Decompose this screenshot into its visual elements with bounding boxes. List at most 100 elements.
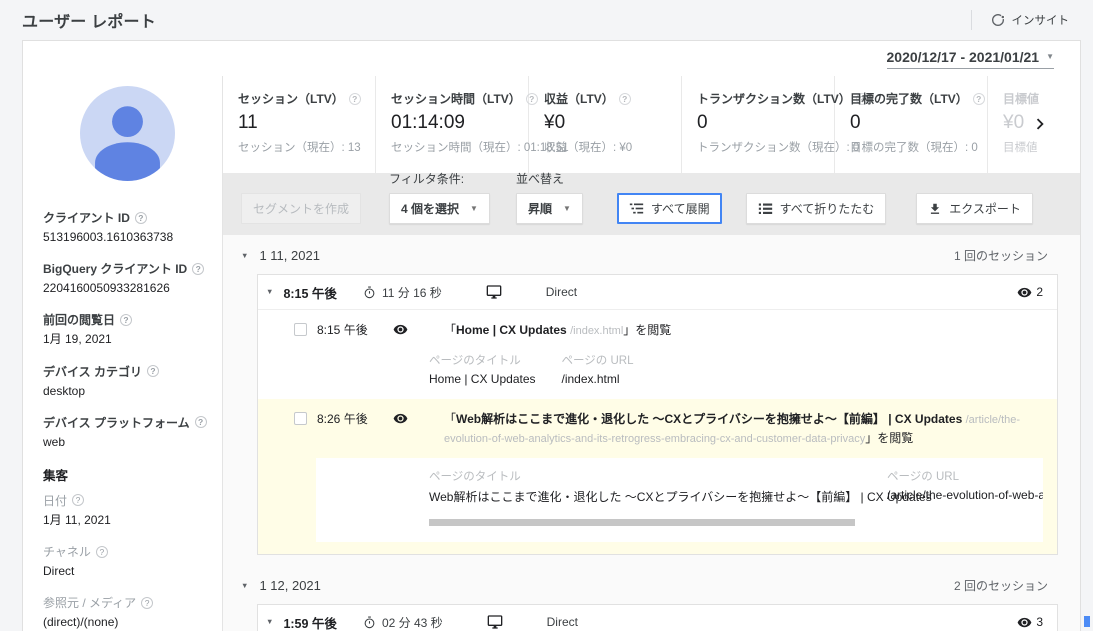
- expand-all-icon: [629, 201, 644, 216]
- download-icon: [928, 202, 942, 216]
- group-session-count: 2 回のセッション: [954, 577, 1048, 594]
- field-date: 日付? 1月 11, 2021: [43, 492, 212, 528]
- help-icon[interactable]: ?: [619, 93, 631, 105]
- metric-title: 収益（LTV）: [544, 90, 614, 107]
- metrics-row: セッション（LTV）? 11 セッション（現在）: 13 セッション時間（LTV…: [223, 76, 1080, 173]
- desktop-icon: [487, 614, 503, 630]
- session-duration: 11 分 16 秒: [382, 284, 442, 301]
- page-url-label: ページの URL: [887, 468, 1043, 484]
- hit-checkbox[interactable]: [294, 412, 307, 425]
- metric-title: セッション（LTV）: [238, 90, 344, 107]
- field-value: 513196003.1610363738: [43, 229, 212, 245]
- session-header: ▼ 1:59 午後 02 分 43 秒 Direct: [258, 605, 1057, 631]
- insights-button[interactable]: インサイト: [990, 12, 1070, 28]
- collapse-all-button[interactable]: すべて折りたたむ: [746, 193, 887, 224]
- metric-value: 01:14:09: [391, 112, 528, 134]
- metric-revenue-ltv: 収益（LTV）? ¥0 収益（現在）: ¥0: [529, 76, 682, 173]
- collapse-triangle-icon[interactable]: ▼: [266, 288, 273, 296]
- metric-sub: 収益（現在）: ¥0: [544, 139, 681, 155]
- help-icon[interactable]: ?: [120, 314, 132, 326]
- person-icon: [80, 86, 175, 181]
- session-box: ▼ 1:59 午後 02 分 43 秒 Direct: [257, 604, 1058, 631]
- expand-all-button[interactable]: すべて展開: [617, 193, 722, 224]
- metric-goal-completions-ltv: 目標の完了数（LTV）? 0 目標の完了数（現在）: 0: [835, 76, 988, 173]
- hit-row-highlighted: 8:26 午後 「Web解析はここまで進化・退化した ～CXとプライバシーを抱擁…: [258, 399, 1057, 554]
- metric-value: 11: [238, 112, 375, 134]
- metric-title: トランザクション数（LTV）: [697, 90, 851, 107]
- metric-transactions-ltv: トランザクション数（LTV）? 0 トランザクション数（現在）: 0: [682, 76, 835, 173]
- insights-icon: [990, 12, 1006, 28]
- help-icon[interactable]: ?: [195, 416, 207, 428]
- field-value: Direct: [43, 563, 212, 579]
- session-channel: Direct: [547, 615, 578, 629]
- field-label: デバイス プラットフォーム: [43, 414, 190, 431]
- export-label: エクスポート: [949, 200, 1021, 217]
- hit-action: 「Home | CX Updates /index.html」を閲覧: [444, 321, 685, 340]
- metric-sub: 目標値: [1003, 139, 1080, 155]
- help-icon[interactable]: ?: [147, 365, 159, 377]
- sort-select[interactable]: 昇順 ▼: [516, 193, 583, 224]
- field-label: チャネル: [43, 543, 91, 560]
- group-date: 1 11, 2021: [259, 248, 319, 263]
- session-duration: 02 分 43 秒: [382, 614, 443, 631]
- help-icon[interactable]: ?: [135, 212, 147, 224]
- help-icon[interactable]: ?: [973, 93, 985, 105]
- field-client-id: クライアント ID? 513196003.1610363738: [43, 209, 212, 245]
- hit-row: 8:15 午後 「Home | CX Updates /index.html」を…: [258, 310, 1057, 399]
- session-channel: Direct: [546, 285, 577, 299]
- help-icon[interactable]: ?: [349, 93, 361, 105]
- date-range-selector[interactable]: 2020/12/17 - 2021/01/21 ▼: [887, 49, 1055, 69]
- topbar: ユーザー レポート インサイト: [0, 0, 1093, 40]
- metric-sub: トランザクション数（現在）: 0: [697, 139, 834, 155]
- field-source-medium: 参照元 / メディア? (direct)/(none): [43, 594, 212, 630]
- collapse-triangle-icon[interactable]: ▼: [266, 618, 273, 626]
- field-label: 参照元 / メディア: [43, 594, 136, 611]
- metric-sub: セッション時間（現在）: 01:18:51: [391, 139, 528, 155]
- sort-group: 並べ替え 昇順 ▼: [516, 170, 583, 224]
- field-channel: チャネル? Direct: [43, 543, 212, 579]
- filter-value: 4 個を選択: [401, 200, 459, 217]
- collapse-triangle-icon[interactable]: ▼: [241, 252, 248, 260]
- user-report-page: ユーザー レポート インサイト 2020/12/17 - 2021/01/21 …: [0, 0, 1093, 631]
- help-icon[interactable]: ?: [72, 494, 84, 506]
- help-icon[interactable]: ?: [96, 546, 108, 558]
- horizontal-scrollbar[interactable]: [429, 519, 855, 526]
- field-value: desktop: [43, 383, 212, 399]
- metric-sub: セッション（現在）: 13: [238, 139, 375, 155]
- stopwatch-icon: [363, 286, 376, 299]
- metric-title: 目標値: [1003, 90, 1039, 107]
- session-time: 8:15 午後: [283, 283, 337, 302]
- metrics-next-button[interactable]: [1028, 112, 1052, 136]
- expand-all-label: すべて展開: [651, 200, 710, 217]
- user-sidebar: クライアント ID? 513196003.1610363738 BigQuery…: [23, 76, 223, 631]
- help-icon[interactable]: ?: [141, 597, 153, 609]
- page-title-label: ページのタイトル: [429, 468, 861, 484]
- metric-value: ¥0: [544, 112, 681, 134]
- collapse-triangle-icon[interactable]: ▼: [241, 582, 248, 590]
- session-time: 1:59 午後: [283, 613, 337, 631]
- page-url-value: /article/the-evolution-of-web-analytics-…: [887, 488, 1043, 502]
- report-main: セッション（LTV）? 11 セッション（現在）: 13 セッション時間（LTV…: [223, 76, 1080, 631]
- create-segment-button[interactable]: セグメントを作成: [241, 193, 361, 224]
- metric-sessions-ltv: セッション（LTV）? 11 セッション（現在）: 13: [223, 76, 376, 173]
- date-row: 2020/12/17 - 2021/01/21 ▼: [23, 41, 1080, 76]
- sessions-content: ▼ 1 11, 2021 1 回のセッション ▼ 8:15 午後 11 分 16…: [223, 235, 1080, 631]
- sort-value: 昇順: [528, 200, 552, 217]
- scroll-indicator[interactable]: [1084, 616, 1090, 627]
- field-bigquery-client-id: BigQuery クライアント ID? 2204160050933281626: [43, 260, 212, 296]
- field-label: BigQuery クライアント ID: [43, 260, 187, 277]
- page-url-label: ページの URL: [562, 352, 634, 368]
- filter-select[interactable]: 4 個を選択 ▼: [389, 193, 490, 224]
- stopwatch-icon: [363, 616, 376, 629]
- field-device-platform: デバイス プラットフォーム? web: [43, 414, 212, 450]
- export-button[interactable]: エクスポート: [916, 193, 1033, 224]
- page-title-value: Home | CX Updates: [429, 372, 536, 386]
- page-url-value: /index.html: [562, 372, 634, 386]
- page-title-label: ページのタイトル: [429, 352, 536, 368]
- group-date: 1 12, 2021: [259, 578, 320, 593]
- help-icon[interactable]: ?: [192, 263, 204, 275]
- eye-icon: [393, 411, 408, 426]
- hit-checkbox[interactable]: [294, 323, 307, 336]
- collapse-all-icon: [758, 201, 773, 216]
- hit-action: 「Web解析はここまで進化・退化した ～CXとプライバシーを抱擁せよ～【前編】 …: [444, 410, 1043, 448]
